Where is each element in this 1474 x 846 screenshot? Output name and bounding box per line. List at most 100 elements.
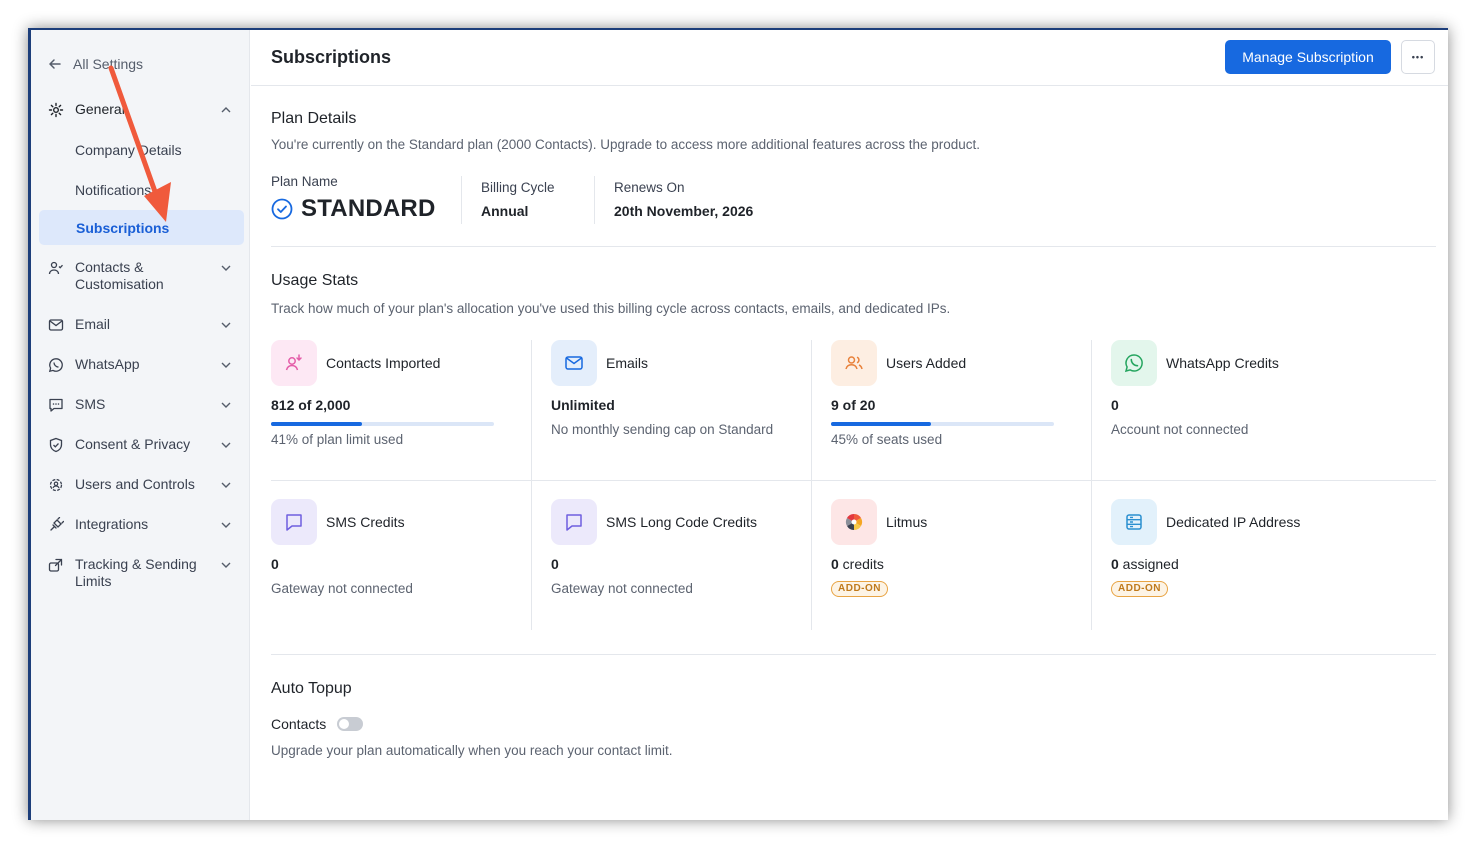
chevron-down-icon xyxy=(221,436,233,453)
sidebar-item-tracking[interactable]: Tracking & Sending Limits xyxy=(47,556,239,590)
users-icon xyxy=(831,340,877,386)
plan-name-label: Plan Name xyxy=(271,174,338,189)
card-value: 0 credits xyxy=(831,556,884,572)
card-value-number: 0 xyxy=(1111,556,1119,572)
card-title: SMS Long Code Credits xyxy=(606,514,757,530)
sidebar-item-label: Limits xyxy=(75,573,112,589)
renews-on-block: Renews On 20th November, 2026 xyxy=(614,180,753,219)
usage-card-sms-long-code: SMS Long Code Credits 0 Gateway not conn… xyxy=(551,499,831,649)
check-circle-icon xyxy=(271,198,293,220)
auto-topup-contacts-label: Contacts xyxy=(271,716,327,732)
card-subtext: 45% of seats used xyxy=(831,432,943,447)
renews-on-label: Renews On xyxy=(614,180,685,195)
card-value: Unlimited xyxy=(551,397,615,413)
arrow-left-icon xyxy=(49,59,61,69)
sms-icon xyxy=(551,499,597,545)
sidebar-item-label: Customisation xyxy=(75,276,164,292)
sidebar-item-label: SMS xyxy=(75,396,106,412)
addon-badge: ADD-ON xyxy=(831,581,888,597)
plan-name-value: STANDARD xyxy=(301,195,436,222)
billing-cycle-block: Billing Cycle Annual xyxy=(481,180,555,219)
addon-badge: ADD-ON xyxy=(1111,581,1168,597)
progress-bar xyxy=(831,422,1054,426)
usage-card-contacts: Contacts Imported 812 of 2,000 41% of pl… xyxy=(271,340,551,490)
card-value: 0 xyxy=(271,556,279,572)
plan-name-block: Plan Name STANDARD xyxy=(271,174,435,223)
main-content: Subscriptions Manage Subscription ••• Pl… xyxy=(251,30,1448,820)
auto-topup-desc: Upgrade your plan automatically when you… xyxy=(271,743,673,758)
server-icon xyxy=(1111,499,1157,545)
sidebar-sub-subscriptions[interactable]: Subscriptions xyxy=(39,210,244,245)
card-subtext: 41% of plan limit used xyxy=(271,432,404,447)
renews-on-value: 20th November, 2026 xyxy=(614,203,754,219)
sidebar-item-general[interactable]: General xyxy=(47,101,239,119)
usage-stats-title: Usage Stats xyxy=(271,272,359,289)
sidebar-sub-company-details[interactable]: Company Details xyxy=(75,142,182,158)
auto-topup-title: Auto Topup xyxy=(271,680,352,697)
integrations-icon xyxy=(47,516,65,534)
billing-cycle-label: Billing Cycle xyxy=(481,180,555,195)
usage-card-users: Users Added 9 of 20 45% of seats used xyxy=(831,340,1111,490)
sms-icon xyxy=(47,396,65,414)
manage-subscription-button[interactable]: Manage Subscription xyxy=(1225,40,1391,74)
sidebar-sub-subscriptions-label: Subscriptions xyxy=(76,220,170,236)
divider xyxy=(461,176,462,224)
card-value: 0 assigned xyxy=(1111,556,1179,572)
card-value: 9 of 20 xyxy=(831,397,876,413)
chevron-down-icon xyxy=(221,316,233,333)
app-window: All Settings General Company Details Not… xyxy=(28,28,1448,820)
sidebar-item-email[interactable]: Email xyxy=(47,316,239,334)
progress-bar xyxy=(271,422,494,426)
chevron-down-icon xyxy=(221,356,233,373)
users-gear-icon xyxy=(47,476,65,494)
usage-card-emails: Emails Unlimited No monthly sending cap … xyxy=(551,340,831,490)
progress-bar-fill xyxy=(271,422,363,426)
billing-cycle-value: Annual xyxy=(481,203,529,219)
sidebar-item-label: Users and Controls xyxy=(75,476,195,492)
page-header: Subscriptions Manage Subscription ••• xyxy=(251,30,1448,86)
card-value-unit: assigned xyxy=(1118,556,1179,572)
plan-details-title: Plan Details xyxy=(271,110,357,127)
gear-icon xyxy=(47,101,65,119)
all-settings-link[interactable]: All Settings xyxy=(47,56,143,72)
settings-sidebar: All Settings General Company Details Not… xyxy=(31,30,250,820)
tracking-icon xyxy=(47,556,65,574)
sidebar-item-label: Tracking & Sending xyxy=(75,556,197,572)
card-title: SMS Credits xyxy=(326,514,405,530)
card-title: Litmus xyxy=(886,514,928,530)
card-value: 0 xyxy=(1111,397,1119,413)
auto-topup-contacts-toggle[interactable] xyxy=(337,717,363,731)
sidebar-item-label: Consent & Privacy xyxy=(75,436,191,452)
sidebar-item-label: Email xyxy=(75,316,111,332)
all-settings-label: All Settings xyxy=(73,56,144,72)
chevron-up-icon xyxy=(221,101,233,118)
card-subtext: Gateway not connected xyxy=(271,581,413,596)
sidebar-item-whatsapp[interactable]: WhatsApp xyxy=(47,356,239,374)
sidebar-item-integrations[interactable]: Integrations xyxy=(47,516,239,534)
sidebar-item-users-controls[interactable]: Users and Controls xyxy=(47,476,239,494)
card-title: Emails xyxy=(606,355,649,371)
sidebar-item-label: Integrations xyxy=(75,516,149,532)
mail-icon xyxy=(47,316,65,334)
sidebar-sub-notifications[interactable]: Notifications xyxy=(75,182,151,198)
card-value: 0 xyxy=(551,556,559,572)
chevron-down-icon xyxy=(221,259,233,276)
progress-bar-fill xyxy=(831,422,932,426)
sidebar-item-contacts[interactable]: Contacts & Customisation xyxy=(47,259,239,293)
card-subtext: No monthly sending cap on Standard xyxy=(551,422,774,437)
chevron-down-icon xyxy=(221,516,233,533)
usage-card-litmus: Litmus 0 credits ADD-ON xyxy=(831,499,1111,649)
sidebar-item-consent[interactable]: Consent & Privacy xyxy=(47,436,239,454)
page-title: Subscriptions xyxy=(271,47,392,67)
card-subtext: Gateway not connected xyxy=(551,581,693,596)
card-title: Dedicated IP Address xyxy=(1166,514,1301,530)
whatsapp-icon xyxy=(1111,340,1157,386)
card-title: Contacts Imported xyxy=(326,355,441,371)
contacts-icon xyxy=(47,259,65,277)
chevron-down-icon xyxy=(221,396,233,413)
usage-card-dedicated-ip: Dedicated IP Address 0 assigned ADD-ON xyxy=(1111,499,1391,649)
more-options-button[interactable]: ••• xyxy=(1401,40,1435,74)
usage-card-whatsapp: WhatsApp Credits 0 Account not connected xyxy=(1111,340,1391,490)
usage-stats-desc: Track how much of your plan's allocation… xyxy=(271,301,951,316)
sidebar-item-sms[interactable]: SMS xyxy=(47,396,239,414)
